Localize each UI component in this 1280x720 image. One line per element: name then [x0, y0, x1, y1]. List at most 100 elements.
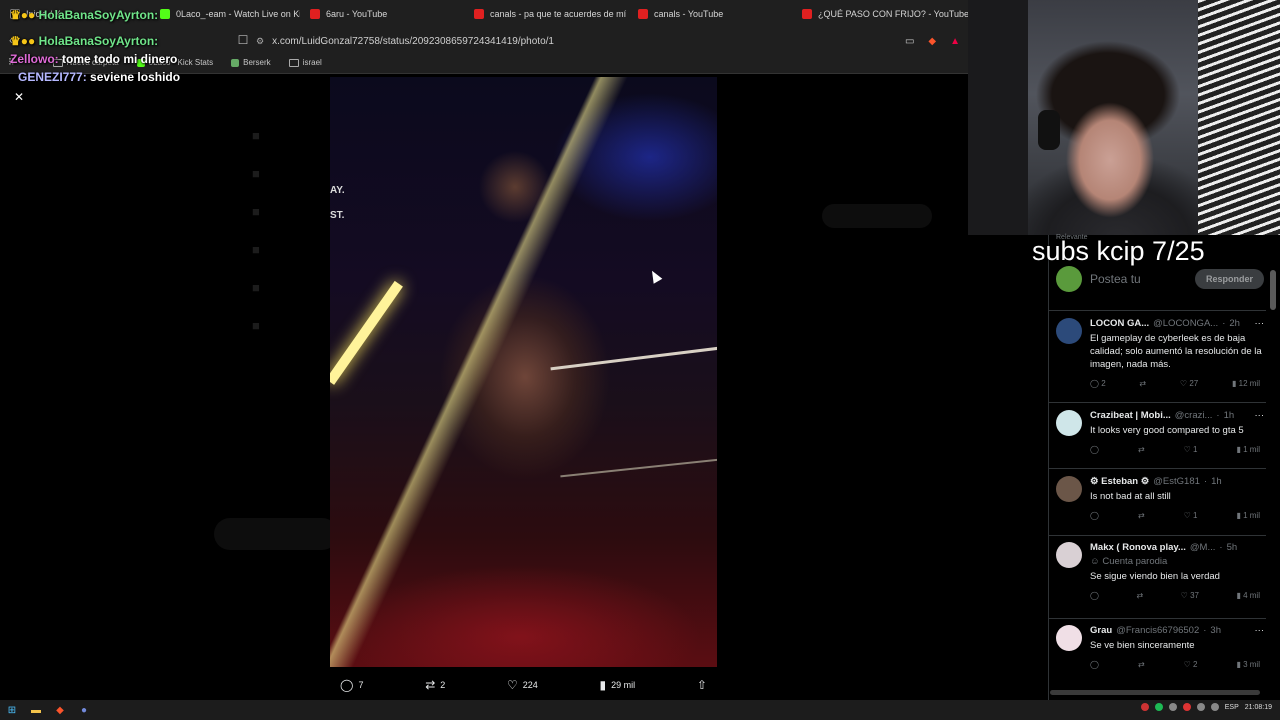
- like-count: 27: [1189, 379, 1199, 388]
- youtube-icon: [474, 9, 484, 19]
- parody-icon: ☺: [1090, 556, 1103, 567]
- chat-line: Zellowo: tome todo mi dinero: [10, 50, 180, 68]
- nav-history-dim: ■: [252, 318, 260, 333]
- views-icon[interactable]: ▮ 12 mil: [1232, 379, 1260, 388]
- wifi-icon[interactable]: [1196, 703, 1205, 711]
- cast-icon[interactable]: ▭: [905, 36, 914, 47]
- reply-count: 2: [1101, 379, 1106, 388]
- bookmark-item[interactable]: Berserk: [231, 58, 271, 67]
- repost-icon[interactable]: ⇄: [1138, 660, 1145, 669]
- site-info-icon[interactable]: ⚙: [256, 36, 264, 47]
- reply-item[interactable]: Makx ( Ronova play... @M... · 5h ☺ Cuenta p…: [1056, 542, 1264, 600]
- reply-item[interactable]: ⚙ Esteban ⚙ @EstG181 · 1h Is not bad at all…: [1056, 476, 1264, 520]
- horizontal-scrollbar[interactable]: [1050, 690, 1260, 695]
- heart-icon[interactable]: ♡ 2: [1184, 660, 1198, 669]
- language-indicator[interactable]: ESP: [1225, 704, 1239, 711]
- tab-label: 0Laco_-eam - Watch Live on Kick: [176, 9, 300, 19]
- nav-notifications-dim: ■: [252, 204, 260, 219]
- bookmark-label: Berserk: [243, 58, 271, 67]
- youtube-icon: [802, 9, 812, 19]
- reply-item[interactable]: Grau @Francis66796502 · 3h ··· Se ve bien si…: [1056, 625, 1264, 669]
- reply-button[interactable]: Responder: [1194, 269, 1264, 289]
- reply-author[interactable]: Esteban: [1101, 476, 1138, 487]
- headphones: [1038, 110, 1060, 150]
- compose-input[interactable]: Postea tu: [1090, 272, 1187, 286]
- repost-icon[interactable]: ⇄: [1138, 511, 1145, 520]
- reply-icon[interactable]: ◯: [1090, 591, 1099, 600]
- views-icon[interactable]: ▮ 3 mil: [1236, 660, 1260, 669]
- parody-label: Cuenta parodia: [1102, 556, 1168, 567]
- brave-shield-icon[interactable]: ◆: [928, 36, 936, 47]
- like-count: 1: [1193, 511, 1198, 520]
- heart-icon[interactable]: ♡ 1: [1184, 445, 1198, 454]
- repost-action[interactable]: ⇄ 2: [425, 678, 445, 692]
- more-icon[interactable]: ···: [1255, 625, 1265, 636]
- reply-icon[interactable]: ◯: [1090, 660, 1099, 669]
- tweet-photo[interactable]: [330, 77, 717, 667]
- nav-home-dim: ■: [252, 128, 260, 143]
- close-icon[interactable]: ✕: [14, 90, 24, 104]
- more-icon[interactable]: ···: [1255, 410, 1265, 421]
- heart-icon[interactable]: ♡ 37: [1181, 591, 1199, 600]
- heart-icon[interactable]: ♡ 27: [1180, 379, 1198, 388]
- reply-author[interactable]: LOCON GA...: [1090, 318, 1149, 329]
- views-icon[interactable]: ▮ 1 mil: [1236, 511, 1260, 520]
- nav-grok-dim: ■: [252, 280, 260, 295]
- photo-action-bar: ◯ 7 ⇄ 2 ♡ 224 ▮ 29 mil ⇧: [330, 674, 717, 696]
- share-icon: ⇧: [696, 678, 707, 692]
- reply-author[interactable]: Makx ( Ronova play...: [1090, 542, 1186, 553]
- bookmark-item[interactable]: israel: [288, 58, 322, 67]
- vertical-scrollbar[interactable]: [1270, 270, 1276, 310]
- photo-scene: [330, 77, 717, 667]
- views-action[interactable]: ▮ 29 mil: [600, 678, 636, 692]
- chat-line: GENEZI777: seviene loshido: [18, 68, 180, 86]
- reply-author[interactable]: Crazibeat | Mobi...: [1090, 410, 1171, 421]
- reply-item[interactable]: LOCON GA... @LOCONGA... · 2h ··· El gameplay…: [1056, 318, 1264, 388]
- reply-count: 7: [358, 680, 364, 690]
- browser-tab[interactable]: canals - pa que te acuerdes de mí [E]: [464, 0, 628, 28]
- tray-app-icon[interactable]: [1182, 703, 1191, 711]
- browser-tab[interactable]: ¿QUÉ PASO CON FRIJO? - YouTube: [792, 0, 968, 28]
- reply-icon[interactable]: ◯: [1090, 511, 1099, 520]
- replies-filter[interactable]: Relevante: [1056, 234, 1088, 241]
- browser-tab[interactable]: canals - YouTube: [628, 0, 792, 28]
- tray-app-icon[interactable]: [1168, 703, 1177, 711]
- webcam-feed: [968, 0, 1280, 235]
- rewards-icon[interactable]: ▲: [950, 36, 960, 47]
- views-icon[interactable]: ▮ 4 mil: [1236, 591, 1260, 600]
- windows-start-icon[interactable]: ⊞: [0, 705, 24, 716]
- reply-author[interactable]: Grau: [1090, 625, 1112, 636]
- brave-browser-icon[interactable]: ◆: [48, 705, 72, 716]
- bookmark-icon[interactable]: ☐: [232, 33, 254, 47]
- reply-handle: @Francis66796502: [1116, 625, 1200, 636]
- spotify-icon[interactable]: [1154, 703, 1163, 711]
- url-field[interactable]: ⚙ x.com/LuidGonzal72758/status/209230865…: [256, 33, 976, 49]
- volume-icon[interactable]: [1210, 703, 1219, 711]
- repost-icon[interactable]: ⇄: [1136, 591, 1143, 600]
- chat-user: GENEZI777:: [18, 70, 87, 84]
- chat-user: HolaBanaSoyAyrton:: [38, 8, 159, 22]
- reply-item[interactable]: Crazibeat | Mobi... @crazi... · 1h ··· It lo…: [1056, 410, 1264, 454]
- chat-line: ♛●● HolaBanaSoyAyrton:: [10, 6, 180, 24]
- reply-icon[interactable]: ◯: [1090, 445, 1099, 454]
- like-count: 1: [1193, 445, 1198, 454]
- tray-app-icon[interactable]: [1140, 703, 1149, 711]
- share-action[interactable]: ⇧: [697, 678, 707, 692]
- clock[interactable]: 21:08:19: [1245, 704, 1272, 711]
- tab-label: canals - YouTube: [654, 9, 724, 19]
- file-explorer-icon[interactable]: ▬: [24, 705, 48, 716]
- repost-icon[interactable]: ⇄: [1139, 379, 1146, 388]
- system-tray: ESP 21:08:19: [1140, 703, 1272, 711]
- more-icon[interactable]: ···: [1255, 318, 1265, 329]
- like-action[interactable]: ♡ 224: [507, 678, 538, 692]
- divider: [1048, 618, 1266, 619]
- avatar: [1056, 476, 1082, 502]
- reply-action[interactable]: ◯ 7: [340, 678, 363, 692]
- repost-icon[interactable]: ⇄: [1138, 445, 1145, 454]
- heart-icon[interactable]: ♡ 1: [1184, 511, 1198, 520]
- windows-taskbar: ⊞ ▬ ◆ ●: [0, 700, 1280, 720]
- discord-icon[interactable]: ●: [72, 705, 96, 716]
- reply-icon[interactable]: ◯ 2: [1090, 379, 1106, 388]
- browser-tab[interactable]: 6aru - YouTube: [300, 0, 464, 28]
- views-icon[interactable]: ▮ 1 mil: [1236, 445, 1260, 454]
